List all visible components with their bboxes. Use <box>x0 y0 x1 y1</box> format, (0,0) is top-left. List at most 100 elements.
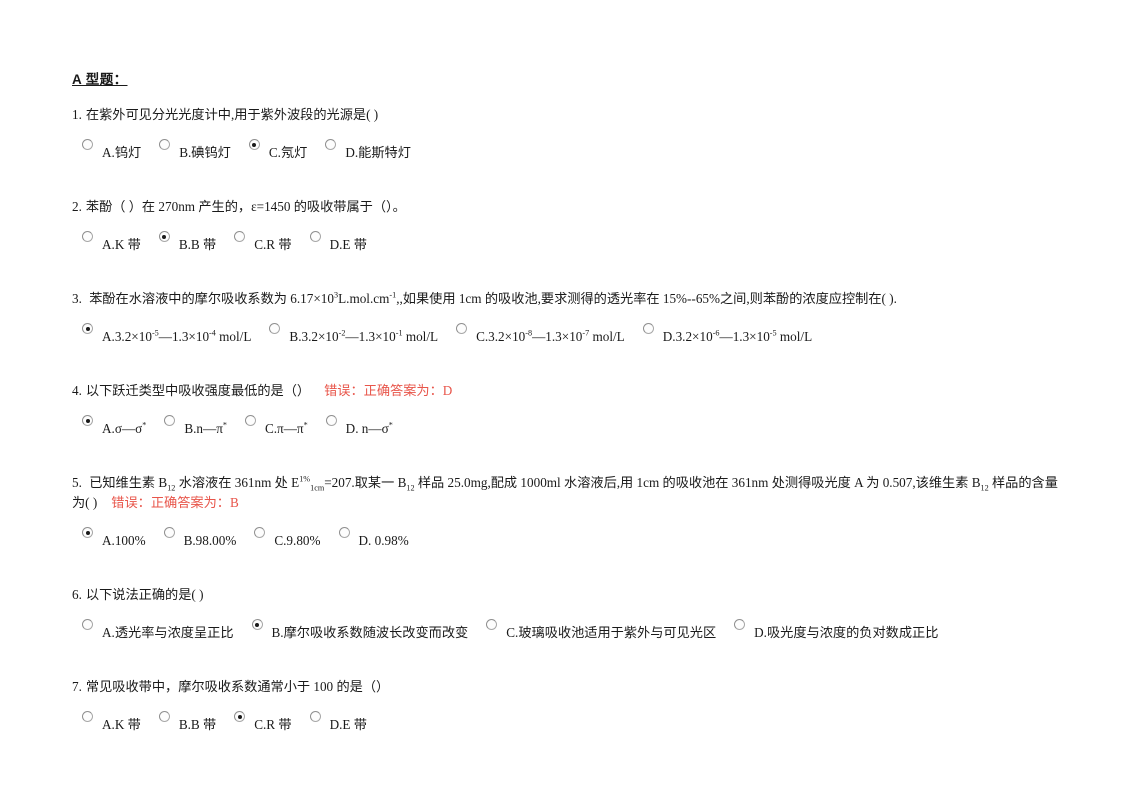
option-choice[interactable]: D. n—σ* <box>325 415 393 436</box>
radio-button[interactable] <box>82 231 93 242</box>
option-label[interactable]: C.玻璃吸收池适用于紫外与可见光区 <box>506 625 716 640</box>
radio-button-selected[interactable] <box>251 619 263 630</box>
question-text: 以下说法正确的是( ) <box>85 587 204 602</box>
option-choice[interactable]: A.σ—σ* <box>82 415 146 436</box>
radio-button[interactable] <box>82 619 93 630</box>
option-label[interactable]: D.能斯特灯 <box>345 145 411 160</box>
option-choice[interactable]: A.100% <box>82 527 146 548</box>
option-choice[interactable]: C.玻璃吸收池适用于紫外与可见光区 <box>486 619 716 640</box>
radio-button[interactable] <box>309 231 321 242</box>
radio-button[interactable] <box>325 139 337 150</box>
option-label[interactable]: C.R 带 <box>254 717 291 732</box>
option-choice[interactable]: D. 0.98% <box>338 527 409 548</box>
option-choice[interactable]: B.n—π* <box>164 415 227 436</box>
option-label[interactable]: A.σ—σ* <box>102 421 146 436</box>
option-label[interactable]: B.B 带 <box>179 237 216 252</box>
question-stem: 6. 以下说法正确的是( ) <box>72 585 1062 605</box>
radio-button[interactable] <box>456 323 468 334</box>
option-choice[interactable]: D.吸光度与浓度的负对数成正比 <box>734 619 938 640</box>
option-choice[interactable]: D.3.2×10-6—1.3×10-5 mol/L <box>642 323 812 344</box>
option-label[interactable]: D.E 带 <box>330 237 367 252</box>
options-row: A.K 带 B.B 带 C.R 带 D.E 带 <box>72 231 1062 255</box>
radio-button[interactable] <box>309 711 321 722</box>
option-choice[interactable]: C.R 带 <box>234 711 292 732</box>
option-choice[interactable]: A.钨灯 <box>82 139 141 160</box>
question-block: 3. 苯酚在水溶液中的摩尔吸收系数为 6.17×103L.mol.cm-1,,如… <box>72 289 1062 367</box>
option-label[interactable]: A.K 带 <box>102 717 141 732</box>
option-choice[interactable]: B.B 带 <box>158 711 216 732</box>
option-choice[interactable]: A.透光率与浓度呈正比 <box>82 619 234 640</box>
option-label[interactable]: D. 0.98% <box>359 533 409 548</box>
option-choice[interactable]: B.3.2×10-2—1.3×10-1 mol/L <box>269 323 438 344</box>
question-stem: 4. 以下跃迁类型中吸收强度最低的是（） 错误：正确答案为：D <box>72 381 1062 401</box>
option-label[interactable]: D.3.2×10-6—1.3×10-5 mol/L <box>663 329 812 344</box>
options-row: A.钨灯 B.碘钨灯 C.氖灯 D.能斯特灯 <box>72 139 1062 163</box>
option-label[interactable]: D.E 带 <box>330 717 367 732</box>
option-choice[interactable]: B.B 带 <box>158 231 216 252</box>
question-number: 6. <box>72 587 82 602</box>
option-choice[interactable]: C.R 带 <box>234 231 292 252</box>
option-label[interactable]: D. n—σ* <box>346 421 393 436</box>
radio-button-selected[interactable] <box>234 711 246 722</box>
option-label[interactable]: A.100% <box>102 533 146 548</box>
radio-button-selected[interactable] <box>82 323 93 334</box>
radio-button-selected[interactable] <box>82 415 93 426</box>
radio-button[interactable] <box>254 527 266 538</box>
option-choice[interactable]: C.3.2×10-8—1.3×10-7 mol/L <box>456 323 625 344</box>
option-label[interactable]: C.氖灯 <box>269 145 307 160</box>
option-choice[interactable]: A.3.2×10-5—1.3×10-4 mol/L <box>82 323 251 344</box>
option-label[interactable]: C.π—π* <box>265 421 308 436</box>
question-block: 7. 常见吸收带中，摩尔吸收系数通常小于 100 的是（） A.K 带 B.B 带 C.… <box>72 677 1062 755</box>
option-choice[interactable]: B.摩尔吸收系数随波长改变而改变 <box>251 619 469 640</box>
option-choice[interactable]: D.E 带 <box>309 231 367 252</box>
option-label[interactable]: B.98.00% <box>184 533 237 548</box>
option-label[interactable]: B.碘钨灯 <box>179 145 231 160</box>
option-label[interactable]: C.3.2×10-8—1.3×10-7 mol/L <box>476 329 625 344</box>
option-label[interactable]: D.吸光度与浓度的负对数成正比 <box>754 625 938 640</box>
option-label[interactable]: A.K 带 <box>102 237 141 252</box>
answer-feedback: 错误：正确答案为：B <box>111 495 239 510</box>
option-label[interactable]: B.3.2×10-2—1.3×10-1 mol/L <box>289 329 438 344</box>
radio-button[interactable] <box>269 323 281 334</box>
radio-button[interactable] <box>234 231 246 242</box>
radio-button[interactable] <box>82 139 93 150</box>
option-choice[interactable]: D.E 带 <box>309 711 367 732</box>
option-label[interactable]: C.9.80% <box>274 533 320 548</box>
radio-button-selected[interactable] <box>82 527 93 538</box>
option-choice[interactable]: C.氖灯 <box>248 139 307 160</box>
option-choice[interactable]: A.K 带 <box>82 231 141 252</box>
radio-button[interactable] <box>158 711 170 722</box>
radio-button[interactable] <box>159 139 171 150</box>
question-text: 在紫外可见分光光度计中,用于紫外波段的光源是( ) <box>85 107 379 122</box>
option-label[interactable]: C.R 带 <box>254 237 291 252</box>
radio-button[interactable] <box>325 415 337 426</box>
radio-button-selected[interactable] <box>248 139 260 150</box>
radio-button[interactable] <box>244 415 256 426</box>
option-label[interactable]: B.B 带 <box>179 717 216 732</box>
options-row: A.K 带 B.B 带 C.R 带 D.E 带 <box>72 711 1062 735</box>
option-label[interactable]: A.透光率与浓度呈正比 <box>102 625 234 640</box>
radio-button[interactable] <box>82 711 93 722</box>
radio-button[interactable] <box>338 527 350 538</box>
radio-button[interactable] <box>486 619 498 630</box>
option-choice[interactable]: B.98.00% <box>163 527 237 548</box>
option-choice[interactable]: B.碘钨灯 <box>159 139 231 160</box>
radio-button[interactable] <box>642 323 654 334</box>
option-label[interactable]: A.3.2×10-5—1.3×10-4 mol/L <box>102 329 251 344</box>
radio-button[interactable] <box>163 527 175 538</box>
radio-button[interactable] <box>164 415 176 426</box>
option-choice[interactable]: A.K 带 <box>82 711 141 732</box>
question-stem: 5. 已知维生素 B12 水溶液在 361nm 处 E1%1cm=207.取某一… <box>72 473 1062 513</box>
option-label[interactable]: B.摩尔吸收系数随波长改变而改变 <box>272 625 469 640</box>
option-choice[interactable]: D.能斯特灯 <box>325 139 411 160</box>
question-stem: 7. 常见吸收带中，摩尔吸收系数通常小于 100 的是（） <box>72 677 1062 697</box>
option-label[interactable]: A.钨灯 <box>102 145 141 160</box>
radio-button-selected[interactable] <box>158 231 170 242</box>
radio-button[interactable] <box>734 619 746 630</box>
option-label[interactable]: B.n—π* <box>184 421 227 436</box>
option-choice[interactable]: C.π—π* <box>244 415 308 436</box>
option-choice[interactable]: C.9.80% <box>254 527 321 548</box>
